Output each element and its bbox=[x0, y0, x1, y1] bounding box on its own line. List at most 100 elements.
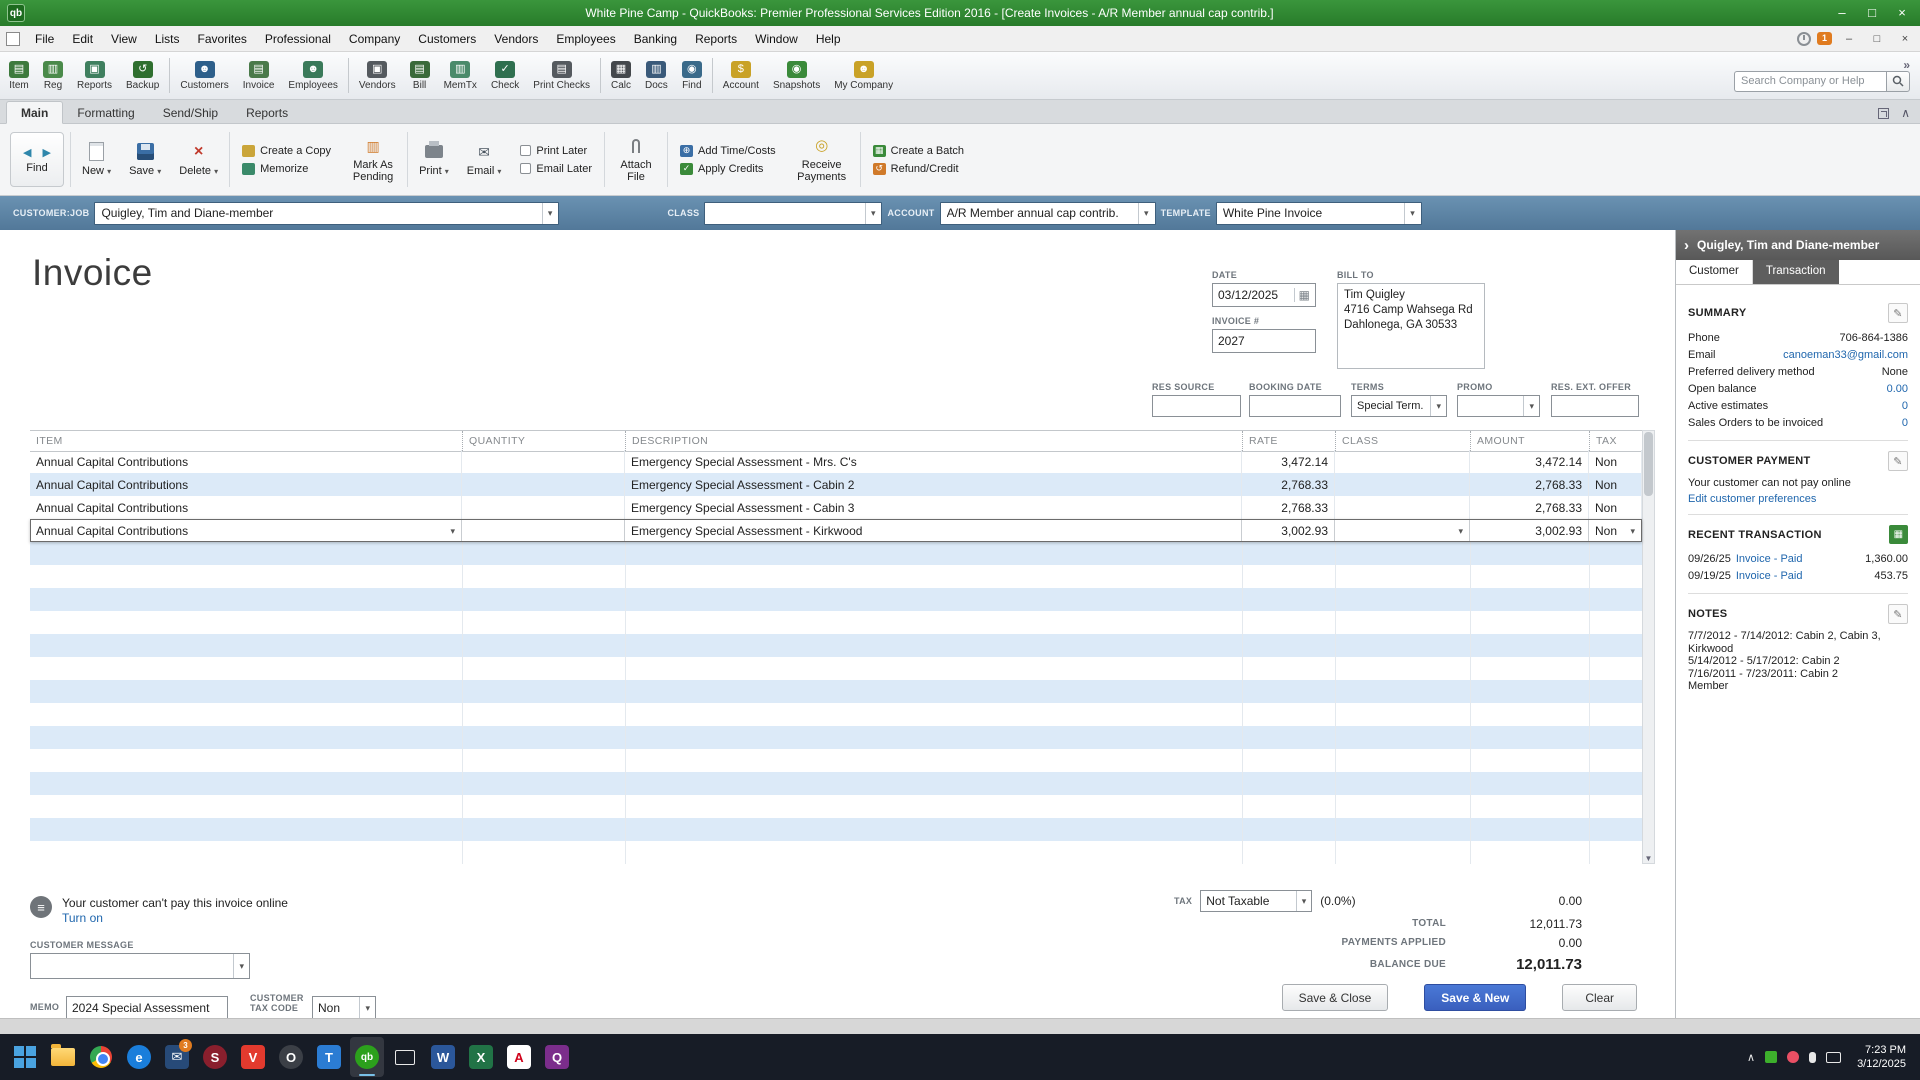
child-window-icon[interactable] bbox=[6, 32, 20, 46]
minimize-button[interactable]: – bbox=[1827, 3, 1857, 23]
cell-class[interactable] bbox=[1335, 450, 1470, 473]
table-scrollbar[interactable]: ▼ bbox=[1642, 430, 1655, 864]
cell-description[interactable]: Emergency Special Assessment - Mrs. C's bbox=[625, 450, 1242, 473]
excel-icon[interactable]: X bbox=[464, 1037, 498, 1077]
active-estimates-link[interactable]: 0 bbox=[1902, 400, 1908, 412]
cell-amount[interactable]: 2,768.33 bbox=[1470, 496, 1589, 519]
cell-quantity[interactable] bbox=[462, 496, 625, 519]
panel-header[interactable]: › Quigley, Tim and Diane-member bbox=[1676, 230, 1920, 260]
toolbar-check[interactable]: ✓Check bbox=[484, 53, 526, 98]
cell-description[interactable]: Emergency Special Assessment - Kirkwood bbox=[625, 519, 1242, 542]
create-batch-button[interactable]: ▦Create a Batch bbox=[869, 144, 968, 158]
quest-icon[interactable]: Q bbox=[540, 1037, 574, 1077]
search-button[interactable] bbox=[1886, 71, 1910, 92]
remote-desktop-icon[interactable] bbox=[388, 1037, 422, 1077]
taskbar-clock[interactable]: 7:23 PM 3/12/2025 bbox=[1851, 1043, 1906, 1071]
open-balance-link[interactable]: 0.00 bbox=[1887, 383, 1908, 395]
menu-lists[interactable]: Lists bbox=[146, 29, 189, 49]
invoice-paid-link[interactable]: Invoice - Paid bbox=[1736, 570, 1803, 582]
customer-tax-code-select[interactable]: Non ▾ bbox=[312, 996, 376, 1018]
mark-as-pending-button[interactable]: ▥Mark As Pending bbox=[341, 128, 405, 191]
menu-file[interactable]: File bbox=[26, 29, 63, 49]
table-row[interactable]: Annual Capital Contributions Emergency S… bbox=[30, 496, 1642, 519]
vivaldi-icon[interactable]: V bbox=[236, 1037, 270, 1077]
refund-credit-button[interactable]: ↺Refund/Credit bbox=[869, 162, 968, 176]
class-select[interactable]: ▾ bbox=[704, 202, 882, 225]
edge-icon[interactable]: e bbox=[122, 1037, 156, 1077]
toolbar-my-company[interactable]: ☻My Company bbox=[827, 53, 900, 98]
close-button[interactable]: × bbox=[1887, 3, 1917, 23]
transactions-icon[interactable]: ▦ bbox=[1889, 525, 1908, 544]
tray-expand-icon[interactable]: ∧ bbox=[1747, 1051, 1755, 1064]
col-class[interactable]: CLASS bbox=[1335, 431, 1470, 451]
account-select[interactable]: A/R Member annual cap contrib. ▾ bbox=[940, 202, 1156, 225]
toolbar-account[interactable]: $Account bbox=[716, 53, 766, 98]
quickbooks-taskbar-icon[interactable]: qb bbox=[350, 1037, 384, 1077]
cell-rate[interactable]: 3,472.14 bbox=[1242, 450, 1335, 473]
child-minimize-button[interactable]: – bbox=[1838, 33, 1860, 45]
snagit-icon[interactable]: S bbox=[198, 1037, 232, 1077]
empty-table-rows[interactable] bbox=[30, 542, 1642, 864]
cell-tax[interactable]: Non▾ bbox=[1589, 519, 1642, 542]
cell-description[interactable]: Emergency Special Assessment - Cabin 3 bbox=[625, 496, 1242, 519]
col-rate[interactable]: RATE bbox=[1242, 431, 1335, 451]
menu-favorites[interactable]: Favorites bbox=[189, 29, 256, 49]
memo-input[interactable]: 2024 Special Assessment bbox=[66, 996, 228, 1018]
menu-customers[interactable]: Customers bbox=[409, 29, 485, 49]
clear-button[interactable]: Clear bbox=[1562, 984, 1637, 1011]
save-close-button[interactable]: Save & Close bbox=[1282, 984, 1389, 1011]
edit-customer-preferences-link[interactable]: Edit customer preferences bbox=[1688, 493, 1908, 505]
cell-tax[interactable]: Non bbox=[1589, 496, 1642, 519]
booking-date-input[interactable] bbox=[1249, 395, 1341, 417]
toolbar-bill[interactable]: ▤Bill bbox=[403, 53, 437, 98]
cell-rate[interactable]: 2,768.33 bbox=[1242, 496, 1335, 519]
search-input[interactable] bbox=[1734, 71, 1886, 92]
tray-app-icon[interactable] bbox=[1765, 1051, 1777, 1063]
toolbar-memtx[interactable]: ▥MemTx bbox=[437, 53, 484, 98]
cell-class[interactable]: ▾ bbox=[1335, 519, 1470, 542]
file-explorer-icon[interactable] bbox=[46, 1037, 80, 1077]
terms-select[interactable]: Special Term... ▾ bbox=[1351, 395, 1447, 417]
attach-file-button[interactable]: Attach File bbox=[607, 128, 665, 191]
customer-message-select[interactable]: ▾ bbox=[30, 953, 250, 979]
table-row[interactable]: Annual Capital Contributions Emergency S… bbox=[30, 450, 1642, 473]
cell-amount[interactable]: 3,002.93 bbox=[1470, 519, 1589, 542]
menu-reports[interactable]: Reports bbox=[686, 29, 746, 49]
back-arrow-icon[interactable]: ◀ bbox=[19, 147, 35, 159]
col-amount[interactable]: AMOUNT bbox=[1470, 431, 1589, 451]
tab-send-ship[interactable]: Send/Ship bbox=[149, 102, 232, 123]
chevron-down-icon[interactable]: ▾ bbox=[446, 520, 455, 542]
word-icon[interactable]: W bbox=[426, 1037, 460, 1077]
find-navigator[interactable]: ◀ ▶ Find bbox=[10, 132, 64, 187]
memorize-button[interactable]: Memorize bbox=[238, 162, 335, 176]
sales-orders-link[interactable]: 0 bbox=[1902, 417, 1908, 429]
obs-icon[interactable]: O bbox=[274, 1037, 308, 1077]
acrobat-icon[interactable]: A bbox=[502, 1037, 536, 1077]
cell-quantity[interactable] bbox=[462, 519, 625, 542]
child-restore-button[interactable]: □ bbox=[1866, 33, 1888, 45]
menu-window[interactable]: Window bbox=[746, 29, 807, 49]
menu-vendors[interactable]: Vendors bbox=[485, 29, 547, 49]
chevron-down-icon[interactable]: ▾ bbox=[1626, 520, 1635, 542]
chevron-right-icon[interactable]: › bbox=[1684, 237, 1689, 254]
col-tax[interactable]: TAX bbox=[1589, 431, 1642, 451]
delete-button[interactable]: ×Delete ▾ bbox=[170, 128, 227, 191]
cell-quantity[interactable] bbox=[462, 473, 625, 496]
notification-badge[interactable]: 1 bbox=[1817, 32, 1832, 45]
menu-company[interactable]: Company bbox=[340, 29, 409, 49]
tab-formatting[interactable]: Formatting bbox=[63, 102, 148, 123]
menu-banking[interactable]: Banking bbox=[625, 29, 686, 49]
panel-tab-customer[interactable]: Customer bbox=[1676, 260, 1753, 284]
toolbar-vendors[interactable]: ▣Vendors bbox=[352, 53, 403, 98]
cell-description[interactable]: Emergency Special Assessment - Cabin 2 bbox=[625, 473, 1242, 496]
menu-view[interactable]: View bbox=[102, 29, 146, 49]
scroll-down-icon[interactable]: ▼ bbox=[1643, 854, 1654, 863]
col-quantity[interactable]: QUANTITY bbox=[462, 431, 625, 451]
cell-item[interactable]: Annual Capital Contributions bbox=[30, 473, 462, 496]
cell-item[interactable]: Annual Capital Contributions bbox=[30, 496, 462, 519]
toolbar-snapshots[interactable]: ◉Snapshots bbox=[766, 53, 827, 98]
print-button[interactable]: Print ▾ bbox=[410, 128, 458, 191]
receive-payments-button[interactable]: ◎Receive Payments bbox=[786, 128, 858, 191]
forward-arrow-icon[interactable]: ▶ bbox=[39, 147, 55, 159]
date-input[interactable]: 03/12/2025 ▦ bbox=[1212, 283, 1316, 307]
